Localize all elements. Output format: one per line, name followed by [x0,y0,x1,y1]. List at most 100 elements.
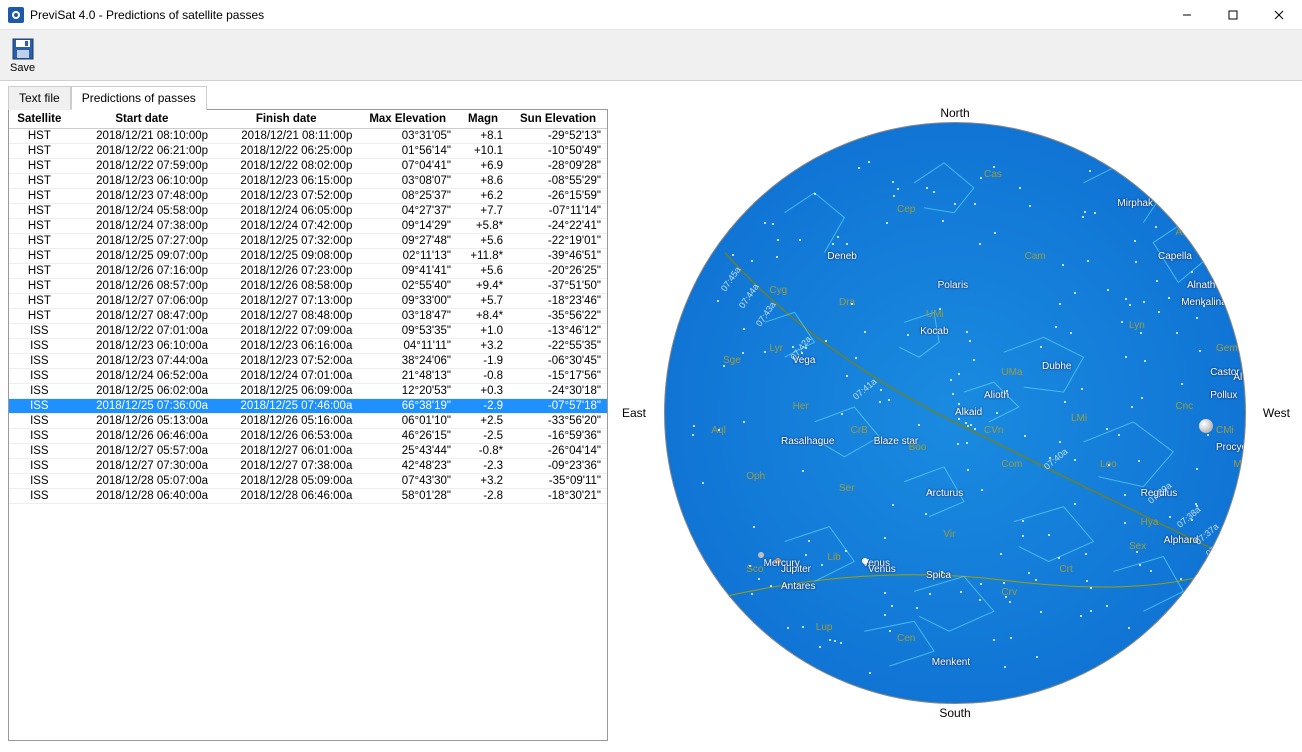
maximize-button[interactable] [1210,0,1256,30]
table-row[interactable]: HST2018/12/23 06:10:00p2018/12/23 06:15:… [9,174,607,189]
table-row[interactable]: ISS2018/12/26 05:13:00a2018/12/26 05:16:… [9,414,607,429]
col-3[interactable]: Max Elevation [358,110,457,129]
star-rasalhague: Rasalhague [781,436,834,447]
cell-elev: 06°01'10" [358,414,457,429]
col-2[interactable]: Finish date [214,110,358,129]
table-row[interactable]: ISS2018/12/23 06:10:00a2018/12/23 06:16:… [9,339,607,354]
table-row[interactable]: HST2018/12/22 07:59:00p2018/12/22 08:02:… [9,159,607,174]
table-row[interactable]: HST2018/12/27 07:06:00p2018/12/27 07:13:… [9,294,607,309]
cell-finish: 2018/12/26 06:53:00a [214,429,358,444]
star-dot [996,412,998,414]
cell-sun: -28°09'28" [509,159,607,174]
star-dot [868,161,870,163]
cell-sun: -33°56'20" [509,414,607,429]
cell-sat: ISS [9,429,70,444]
star-dot [974,428,976,430]
star-dot [970,424,972,426]
table-row[interactable]: HST2018/12/25 09:07:00p2018/12/25 09:08:… [9,249,607,264]
table-row[interactable]: ISS2018/12/26 06:46:00a2018/12/26 06:53:… [9,429,607,444]
table-row[interactable]: ISS2018/12/24 06:52:00a2018/12/24 07:01:… [9,369,607,384]
cell-sun: -26°04'14" [509,444,607,459]
tab-textfile[interactable]: Text file [8,86,71,110]
star-dot [845,550,847,552]
cell-magn: -2.9 [457,399,509,414]
cell-magn: +5.6 [457,234,509,249]
col-1[interactable]: Start date [70,110,214,129]
star-dot [832,243,834,245]
star-dot [1080,615,1082,617]
const-ser: Ser [839,483,855,494]
cell-magn: -1.9 [457,354,509,369]
table-row[interactable]: ISS2018/12/27 07:30:00a2018/12/27 07:38:… [9,459,607,474]
table-row[interactable]: ISS2018/12/25 07:36:00a2018/12/25 07:46:… [9,399,607,414]
table-row[interactable]: HST2018/12/24 07:38:00p2018/12/24 07:42:… [9,219,607,234]
planet-label-mercury: Mercury [764,558,800,569]
star-dot [916,607,918,609]
cell-start: 2018/12/22 07:01:00a [70,324,214,339]
star-dot [1010,637,1012,639]
cell-elev: 66°38'19" [358,399,457,414]
table-row[interactable]: ISS2018/12/28 05:07:00a2018/12/28 05:09:… [9,474,607,489]
star-dot [969,340,971,342]
star-dot [1106,428,1108,430]
cell-sun: -22°55'35" [509,339,607,354]
cell-sun: -26°15'59" [509,189,607,204]
cell-finish: 2018/12/28 06:46:00a [214,489,358,504]
table-row[interactable]: ISS2018/12/27 05:57:00a2018/12/27 06:01:… [9,444,607,459]
table-row[interactable]: ISS2018/12/22 07:01:00a2018/12/22 07:09:… [9,324,607,339]
cell-elev: 02°11'13" [358,249,457,264]
tab-predictions[interactable]: Predictions of passes [71,86,207,110]
star-procyon: Procyon [1216,442,1246,453]
cell-start: 2018/12/25 06:02:00a [70,384,214,399]
cell-magn: +8.1 [457,129,509,144]
const-cnc: Cnc [1175,401,1193,412]
star-dot [1106,605,1108,607]
table-row[interactable]: ISS2018/12/25 06:02:00a2018/12/25 06:09:… [9,384,607,399]
star-dot [950,379,952,381]
table-row[interactable]: HST2018/12/23 07:48:00p2018/12/23 07:52:… [9,189,607,204]
cell-start: 2018/12/26 06:46:00a [70,429,214,444]
star-dot [1022,520,1024,522]
table-row[interactable]: HST2018/12/24 05:58:00p2018/12/24 06:05:… [9,204,607,219]
table-row[interactable]: HST2018/12/26 08:57:00p2018/12/26 08:58:… [9,279,607,294]
cell-elev: 09°27'48" [358,234,457,249]
cell-start: 2018/12/25 07:27:00p [70,234,214,249]
save-button[interactable]: Save [8,36,37,76]
cell-elev: 38°24'06" [358,354,457,369]
cell-elev: 07°04'41" [358,159,457,174]
cell-sun: -09°23'36" [509,459,607,474]
table-row[interactable]: HST2018/12/25 07:27:00p2018/12/25 07:32:… [9,234,607,249]
table-row[interactable]: HST2018/12/21 08:10:00p2018/12/21 08:11:… [9,129,607,144]
star-dot [966,331,968,333]
col-4[interactable]: Magn [457,110,509,129]
sky-dome[interactable]: DenebPolarisMirphakCapellaAlnathMenkalin… [664,122,1246,704]
table-row[interactable]: ISS2018/12/23 07:44:00a2018/12/23 07:52:… [9,354,607,369]
star-dot [1090,587,1092,589]
cell-finish: 2018/12/23 07:52:00a [214,354,358,369]
star-dot [1086,580,1088,582]
cell-finish: 2018/12/23 06:16:00a [214,339,358,354]
table-row[interactable]: HST2018/12/27 08:47:00p2018/12/27 08:48:… [9,309,607,324]
table-row[interactable]: HST2018/12/22 06:21:00p2018/12/22 06:25:… [9,144,607,159]
star-dot [1094,212,1096,214]
cell-sun: -07°57'18" [509,399,607,414]
star-dot [1035,579,1037,581]
star-dot [821,564,823,566]
table-row[interactable]: HST2018/12/26 07:16:00p2018/12/26 07:23:… [9,264,607,279]
cell-magn: -2.3 [457,459,509,474]
cell-magn: +1.0 [457,324,509,339]
star-capella: Capella [1158,251,1192,262]
star-dot [1009,601,1011,603]
col-5[interactable]: Sun Elevation [509,110,607,129]
cell-start: 2018/12/22 06:21:00p [70,144,214,159]
star-dot [1090,610,1092,612]
cell-elev: 42°48'23" [358,459,457,474]
table-row[interactable]: ISS2018/12/28 06:40:00a2018/12/28 06:46:… [9,489,607,504]
minimize-button[interactable] [1164,0,1210,30]
cell-finish: 2018/12/22 06:25:00p [214,144,358,159]
cell-start: 2018/12/27 07:06:00p [70,294,214,309]
col-0[interactable]: Satellite [9,110,70,129]
close-button[interactable] [1256,0,1302,30]
star-dot [851,303,853,305]
star-antares: Antares [781,581,815,592]
